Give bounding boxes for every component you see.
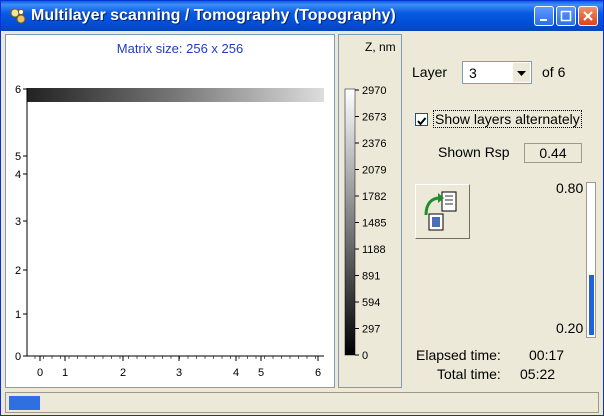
layer-count-label: of 6: [542, 64, 566, 80]
colorbar-tick-label: 891: [362, 271, 380, 283]
maximize-icon: [560, 10, 572, 22]
y-axis-ticks: 0 1 2 3 4 5 6: [15, 84, 27, 363]
y-tick-label: 6: [15, 84, 21, 96]
scan-progress-bar: [9, 396, 41, 410]
title-bar[interactable]: Multilayer scanning / Tomography (Topogr…: [1, 1, 603, 31]
y-tick-label: 0: [15, 351, 21, 363]
colorbar-gradient: [344, 88, 356, 356]
x-tick-label: 5: [258, 367, 264, 379]
topography-plot[interactable]: Matrix size: 256 x 256 0 1 2 3 4 5 6 0 1 2 3 4 5 6: [5, 34, 335, 388]
window-title: Multilayer scanning / Tomography (Topogr…: [31, 7, 396, 24]
colorbar-tick-label: 2376: [362, 138, 386, 150]
y-tick-label: 2: [15, 265, 21, 277]
colorbar-ticks: 29702673237620791782148511888915942970: [355, 85, 386, 362]
content-area: Matrix size: 256 x 256 0 1 2 3 4 5 6 0 1 2 3 4 5 6 Z…: [5, 34, 599, 390]
plot-canvas[interactable]: Matrix size: 256 x 256 0 1 2 3 4 5 6 0 1 2 3 4 5 6: [6, 35, 334, 387]
x-axis-ticks: 0 1 2 3 4 5 6: [34, 356, 321, 379]
rsp-gauge: [586, 182, 596, 338]
y-tick-label: 1: [15, 309, 21, 321]
shown-rsp-value: 0.44: [524, 143, 582, 163]
close-icon: [583, 11, 593, 21]
elapsed-time-label: Elapsed time:: [416, 347, 501, 363]
matrix-size-label: Matrix size: 256 x 256: [117, 41, 243, 56]
x-tick-label: 0: [37, 367, 43, 379]
status-bar: [5, 392, 599, 413]
x-tick-label: 6: [315, 367, 321, 379]
show-layers-checkbox[interactable]: [415, 113, 428, 126]
swap-layers-icon: [424, 191, 457, 231]
shown-rsp-label: Shown Rsp: [438, 144, 510, 160]
colorbar-tick-label: 1188: [362, 244, 386, 256]
topography-top-band: [27, 88, 324, 102]
x-tick-label: 3: [176, 367, 182, 379]
layer-dropdown-button[interactable]: [513, 63, 530, 82]
colorbar-tick-label: 2673: [362, 112, 386, 124]
total-time-value: 05:22: [520, 366, 556, 382]
x-tick-label: 4: [233, 367, 239, 379]
checkmark-icon: [417, 117, 427, 126]
app-icon: [10, 8, 26, 24]
colorbar-tick-label: 1485: [362, 218, 386, 230]
colorbar-tick-label: 594: [362, 297, 380, 309]
z-colorbar-panel: Z, nm 2970 2673 2376 2079 1782 1485 1188 891 594…: [338, 34, 402, 388]
x-tick-label: 2: [120, 367, 126, 379]
layer-value: 3: [469, 65, 477, 81]
layer-dropdown[interactable]: 3: [462, 61, 532, 84]
swap-layers-button[interactable]: [415, 184, 470, 239]
elapsed-time-value: 00:17: [529, 347, 565, 363]
colorbar-tick-label: 297: [362, 324, 380, 336]
y-tick-label: 5: [15, 151, 21, 163]
layer-label: Layer: [412, 64, 448, 80]
gauge-min-label: 0.20: [556, 320, 584, 336]
rsp-gauge-fill: [589, 275, 594, 335]
colorbar-tick-label: 2079: [362, 165, 386, 177]
gauge-max-label: 0.80: [556, 180, 584, 196]
y-tick-label: 3: [15, 216, 21, 228]
x-tick-label: 1: [62, 367, 68, 379]
colorbar-unit-label: Z, nm: [365, 40, 396, 54]
minimize-button[interactable]: [534, 6, 554, 26]
chevron-down-icon: [517, 71, 526, 76]
topography-image: [27, 88, 324, 356]
colorbar-tick-label: 2970: [362, 85, 386, 97]
show-layers-label[interactable]: Show layers alternately: [433, 110, 582, 128]
minimize-icon: [540, 19, 547, 21]
z-colorbar: Z, nm 2970267323762079178214851188891594…: [344, 40, 396, 362]
colorbar-tick-label: 0: [362, 350, 368, 362]
main-window: Multilayer scanning / Tomography (Topogr…: [0, 0, 604, 416]
y-tick-label: 4: [15, 169, 21, 181]
close-button[interactable]: [578, 6, 598, 26]
side-panel: Layer 3 of 6 Show layers alternately Sho…: [406, 34, 599, 388]
colorbar-tick-label: 1782: [362, 191, 386, 203]
maximize-button[interactable]: [556, 6, 576, 26]
total-time-label: Total time:: [437, 366, 501, 382]
